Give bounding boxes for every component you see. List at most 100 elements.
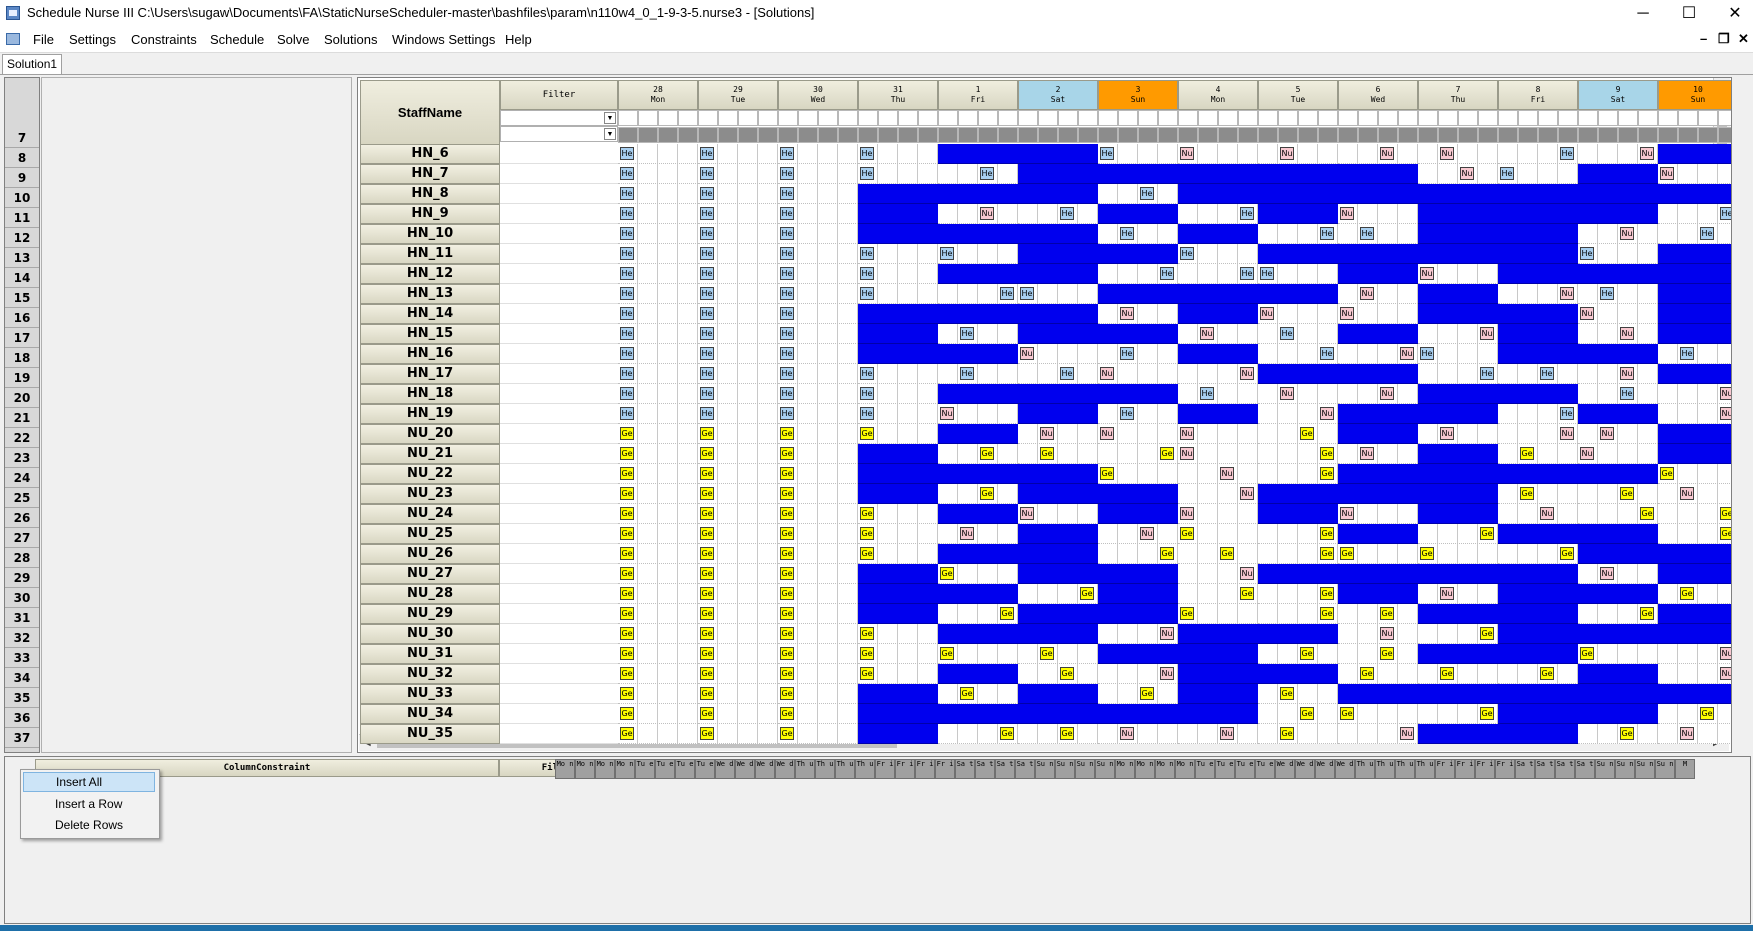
schedule-day-cell[interactable]: Ge — [1258, 604, 1338, 624]
schedule-day-cell[interactable]: Nu — [1418, 264, 1498, 284]
schedule-day-cell[interactable]: Nu — [1658, 484, 1731, 504]
row-number[interactable]: 32 — [5, 628, 39, 648]
shift-badge[interactable]: He — [620, 247, 634, 260]
shift-badge[interactable]: Nu — [1680, 727, 1694, 740]
row-number[interactable]: 20 — [5, 388, 39, 408]
document-icon[interactable] — [6, 33, 20, 45]
slot-header-cell[interactable] — [918, 127, 938, 143]
shift-badge[interactable]: Ge — [700, 487, 714, 500]
staff-name-cell[interactable]: NU_26 — [360, 544, 500, 564]
schedule-day-cell[interactable]: Nu — [1578, 564, 1658, 584]
shift-badge[interactable]: Ge — [620, 727, 634, 740]
shift-badge[interactable]: Nu — [1600, 427, 1614, 440]
schedule-day-cell[interactable] — [858, 584, 938, 604]
shift-badge[interactable]: Ge — [700, 727, 714, 740]
shift-badge[interactable]: Nu — [1220, 467, 1234, 480]
schedule-day-cell[interactable]: He — [858, 164, 938, 184]
schedule-day-cell[interactable]: Ge — [1498, 484, 1578, 504]
shift-badge[interactable]: He — [1720, 207, 1731, 220]
schedule-day-cell[interactable] — [1418, 644, 1498, 664]
schedule-day-cell[interactable] — [1578, 184, 1658, 204]
slot-header-cell[interactable] — [878, 127, 898, 143]
schedule-day-cell[interactable]: He — [778, 324, 858, 344]
schedule-day-cell[interactable] — [1018, 604, 1098, 624]
schedule-day-cell[interactable]: He — [1658, 344, 1731, 364]
schedule-day-cell[interactable]: Nu — [1338, 204, 1418, 224]
schedule-day-cell[interactable]: Ge — [1418, 624, 1498, 644]
schedule-day-cell[interactable] — [1658, 624, 1731, 644]
schedule-day-cell[interactable] — [858, 344, 938, 364]
shift-badge[interactable]: Ge — [700, 427, 714, 440]
schedule-day-cell[interactable] — [1018, 564, 1098, 584]
schedule-day-cell[interactable]: Ge — [938, 684, 1018, 704]
slot-header-cell[interactable] — [1598, 110, 1618, 126]
shift-badge[interactable]: He — [1060, 367, 1074, 380]
shift-badge[interactable]: Ge — [980, 447, 994, 460]
schedule-day-cell[interactable] — [1498, 684, 1578, 704]
filter-row-2[interactable]: ▼ — [500, 126, 618, 142]
shift-badge[interactable]: Ge — [1300, 707, 1314, 720]
schedule-day-cell[interactable]: He — [698, 144, 778, 164]
shift-badge[interactable]: He — [1200, 387, 1214, 400]
constraint-day-column[interactable]: We d — [1275, 759, 1295, 779]
schedule-day-cell[interactable] — [858, 184, 938, 204]
slot-header-cell[interactable] — [978, 127, 998, 143]
shift-badge[interactable]: He — [780, 347, 794, 360]
schedule-day-cell[interactable] — [1578, 164, 1658, 184]
row-number[interactable]: 36 — [5, 708, 39, 728]
schedule-day-cell[interactable]: Nu — [1338, 624, 1418, 644]
schedule-day-cell[interactable]: Ge — [1258, 644, 1338, 664]
schedule-day-cell[interactable] — [1658, 544, 1731, 564]
schedule-day-cell[interactable]: He — [858, 244, 938, 264]
filter-cell[interactable] — [500, 444, 618, 464]
schedule-day-cell[interactable]: Ge — [698, 564, 778, 584]
schedule-day-cell[interactable]: Nu — [1418, 324, 1498, 344]
schedule-day-cell[interactable]: Ge — [1338, 644, 1418, 664]
schedule-day-cell[interactable] — [1498, 524, 1578, 544]
schedule-day-cell[interactable]: Ge — [1658, 524, 1731, 544]
slot-header-cell[interactable] — [898, 110, 918, 126]
mdi-close-button[interactable]: ✕ — [1738, 31, 1749, 47]
slot-header-cell[interactable] — [1498, 110, 1518, 126]
schedule-day-cell[interactable] — [858, 464, 938, 484]
menu-solutions[interactable]: Solutions — [324, 32, 377, 47]
schedule-day-cell[interactable]: Ge — [778, 444, 858, 464]
schedule-day-cell[interactable]: He — [778, 384, 858, 404]
schedule-day-cell[interactable]: Ge — [1258, 424, 1338, 444]
schedule-day-cell[interactable]: He — [778, 404, 858, 424]
shift-badge[interactable]: Ge — [620, 547, 634, 560]
shift-badge[interactable]: Ge — [1300, 427, 1314, 440]
slot-header-cell[interactable] — [1698, 110, 1718, 126]
slot-header-cell[interactable] — [838, 110, 858, 126]
schedule-day-cell[interactable] — [1418, 444, 1498, 464]
schedule-day-cell[interactable]: Ge — [778, 604, 858, 624]
schedule-day-cell[interactable] — [1258, 564, 1338, 584]
schedule-day-cell[interactable]: He — [1098, 224, 1178, 244]
shift-badge[interactable]: He — [1000, 287, 1014, 300]
row-number[interactable]: 13 — [5, 248, 39, 268]
constraint-day-column[interactable]: Tu e — [655, 759, 675, 779]
shift-badge[interactable]: Ge — [780, 667, 794, 680]
schedule-day-cell[interactable]: He — [1178, 204, 1258, 224]
slot-header-cell[interactable] — [1098, 110, 1118, 126]
slot-header-cell[interactable] — [938, 127, 958, 143]
shift-badge[interactable]: Nu — [1260, 307, 1274, 320]
schedule-day-cell[interactable]: He — [1258, 344, 1338, 364]
constraint-day-column[interactable]: Tu e — [1235, 759, 1255, 779]
schedule-day-cell[interactable] — [1578, 404, 1658, 424]
slot-header-cell[interactable] — [958, 127, 978, 143]
shift-badge[interactable]: Ge — [940, 567, 954, 580]
schedule-day-cell[interactable]: He — [938, 284, 1018, 304]
schedule-day-cell[interactable]: Nu — [1338, 144, 1418, 164]
shift-badge[interactable]: Ge — [1320, 547, 1334, 560]
schedule-day-cell[interactable]: Nu — [1338, 304, 1418, 324]
slot-header-cell[interactable] — [1678, 110, 1698, 126]
slot-header-cell[interactable] — [658, 110, 678, 126]
shift-badge[interactable]: Ge — [1040, 447, 1054, 460]
schedule-day-cell[interactable]: Ge — [1018, 444, 1098, 464]
shift-badge[interactable]: Ge — [780, 707, 794, 720]
shift-badge[interactable]: Ge — [1640, 607, 1654, 620]
staff-name-cell[interactable]: NU_27 — [360, 564, 500, 584]
schedule-day-cell[interactable] — [1338, 524, 1418, 544]
schedule-day-cell[interactable]: Ge — [698, 604, 778, 624]
